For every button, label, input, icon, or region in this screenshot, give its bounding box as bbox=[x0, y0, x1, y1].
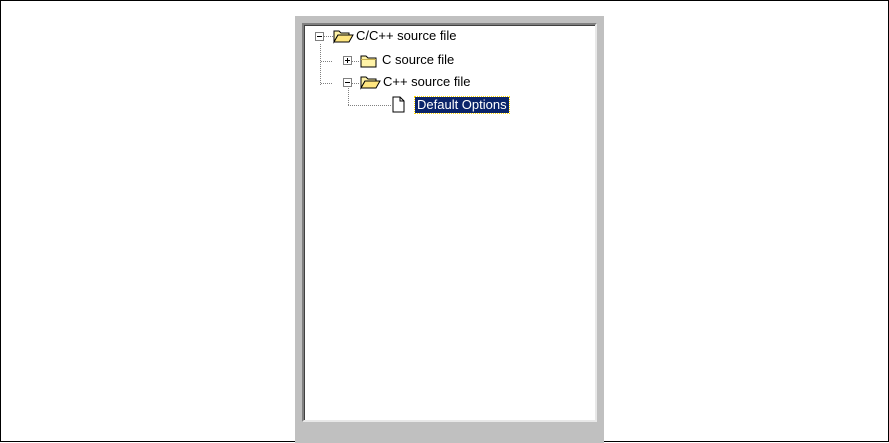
expand-plus-icon[interactable] bbox=[343, 56, 352, 65]
tree-node-cpp-source-root[interactable]: C/C++ source file bbox=[304, 27, 524, 47]
options-tree-view[interactable]: C/C++ source file C source file C++ sour… bbox=[302, 23, 597, 422]
tree-connector-lines bbox=[320, 36, 392, 106]
folder-closed-icon bbox=[360, 55, 377, 68]
collapse-minus-icon[interactable] bbox=[343, 78, 352, 87]
figure-frame: C/C++ source file C source file C++ sour… bbox=[0, 0, 889, 443]
tree-node-default-options[interactable]: Default Options bbox=[304, 95, 544, 115]
tree-node-label[interactable]: C++ source file bbox=[383, 74, 470, 90]
tree-node-label[interactable]: C source file bbox=[382, 52, 454, 68]
tree-node-cplusplus-source[interactable]: C++ source file bbox=[304, 73, 524, 93]
collapse-minus-icon[interactable] bbox=[315, 32, 324, 41]
document-icon bbox=[392, 96, 405, 113]
tree-node-c-source[interactable]: C source file bbox=[304, 51, 524, 71]
tree-node-label[interactable]: C/C++ source file bbox=[356, 28, 456, 44]
folder-open-icon bbox=[360, 76, 381, 90]
tree-node-label-selected[interactable]: Default Options bbox=[414, 96, 510, 114]
folder-open-icon bbox=[333, 30, 354, 44]
